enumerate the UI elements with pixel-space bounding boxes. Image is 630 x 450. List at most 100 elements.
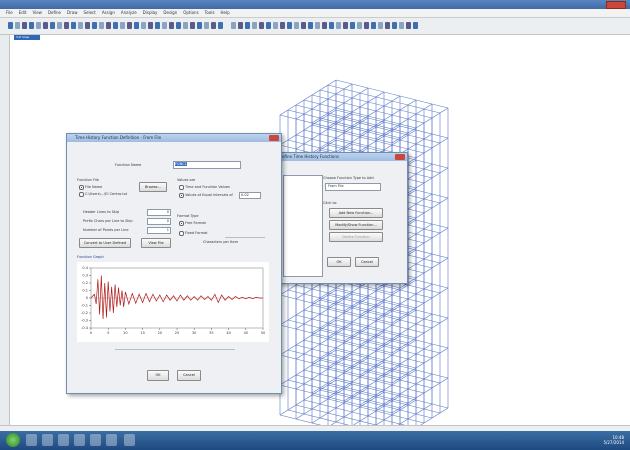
toolbar-tool-icon[interactable]: [357, 22, 362, 29]
menu-item[interactable]: Tools: [205, 9, 215, 17]
taskbar-app-icon[interactable]: [42, 434, 53, 446]
toolbar-tool-icon[interactable]: [57, 22, 62, 29]
toolbar-tool-icon[interactable]: [204, 22, 209, 29]
taskbar-app-icon[interactable]: [74, 434, 85, 446]
toolbar-tool-icon[interactable]: [8, 22, 13, 29]
toolbar-tool-icon[interactable]: [245, 22, 250, 29]
toolbar-tool-icon[interactable]: [106, 22, 111, 29]
toolbar-tool-icon[interactable]: [287, 22, 292, 29]
toolbar-tool-icon[interactable]: [148, 22, 153, 29]
toolbar-tool-icon[interactable]: [22, 22, 27, 29]
cancel-button[interactable]: Cancel: [355, 257, 379, 267]
toolbar-tool-icon[interactable]: [378, 22, 383, 29]
toolbar-tool-icon[interactable]: [50, 22, 55, 29]
toolbar-tool-icon[interactable]: [134, 22, 139, 29]
ok-button[interactable]: OK: [327, 257, 351, 267]
toolbar-tool-icon[interactable]: [280, 22, 285, 29]
toolbar-tool-icon[interactable]: [308, 22, 313, 29]
toolbar-tool-icon[interactable]: [64, 22, 69, 29]
toolbar-tool-icon[interactable]: [238, 22, 243, 29]
taskbar-app-icon[interactable]: [58, 434, 69, 446]
toolbar-tool-icon[interactable]: [85, 22, 90, 29]
view-tab[interactable]: 3-D View: [14, 35, 40, 40]
toolbar-tool-icon[interactable]: [259, 22, 264, 29]
toolbar-tool-icon[interactable]: [392, 22, 397, 29]
toolbar-tool-icon[interactable]: [197, 22, 202, 29]
menu-item[interactable]: Draw: [67, 9, 77, 17]
free-format-radio[interactable]: [179, 221, 184, 226]
toolbar-tool-icon[interactable]: [322, 22, 327, 29]
menu-item[interactable]: Design: [163, 9, 177, 17]
fixed-format-radio[interactable]: [179, 231, 184, 236]
toolbar-tool-icon[interactable]: [113, 22, 118, 29]
toolbar-tool-icon[interactable]: [141, 22, 146, 29]
points-per-line-input[interactable]: 1: [147, 227, 171, 234]
menu-item[interactable]: Help: [221, 9, 230, 17]
menu-item[interactable]: File: [6, 9, 13, 17]
toolbar-tool-icon[interactable]: [413, 22, 418, 29]
browse-radio[interactable]: [79, 185, 84, 190]
toolbar-tool-icon[interactable]: [169, 22, 174, 29]
toolbar-tool-icon[interactable]: [127, 22, 132, 29]
toolbar-tool-icon[interactable]: [29, 22, 34, 29]
add-function-button[interactable]: Add New Function...: [329, 208, 383, 218]
toolbar-tool-icon[interactable]: [301, 22, 306, 29]
prefix-chars-input[interactable]: 0: [147, 218, 171, 225]
close-icon[interactable]: [269, 135, 279, 141]
interval-input[interactable]: 0.02: [239, 192, 261, 199]
toolbar-tool-icon[interactable]: [99, 22, 104, 29]
convert-to-user-defined-button[interactable]: Convert to User Defined: [79, 238, 131, 248]
toolbar-tool-icon[interactable]: [120, 22, 125, 29]
close-window-button[interactable]: [606, 1, 626, 9]
menu-item[interactable]: Edit: [19, 9, 27, 17]
toolbar-tool-icon[interactable]: [266, 22, 271, 29]
taskbar-app-icon[interactable]: [90, 434, 101, 446]
time-and-values-radio[interactable]: [179, 185, 184, 190]
functions-list[interactable]: [283, 175, 323, 277]
toolbar-tool-icon[interactable]: [273, 22, 278, 29]
toolbar-tool-icon[interactable]: [190, 22, 195, 29]
toolbar-tool-icon[interactable]: [252, 22, 257, 29]
toolbar-tool-icon[interactable]: [43, 22, 48, 29]
function-name-input[interactable]: FUNC1: [173, 161, 241, 169]
toolbar-tool-icon[interactable]: [211, 22, 216, 29]
taskbar-app-icon[interactable]: [124, 434, 135, 446]
toolbar-tool-icon[interactable]: [364, 22, 369, 29]
file-path-radio[interactable]: [79, 192, 84, 197]
menu-item[interactable]: Analyze: [121, 9, 137, 17]
menu-item[interactable]: Assign: [102, 9, 115, 17]
toolbar-tool-icon[interactable]: [329, 22, 334, 29]
menu-item[interactable]: Select: [83, 9, 95, 17]
tray-clock[interactable]: 10:48 5/27/2014: [603, 435, 624, 445]
toolbar-tool-icon[interactable]: [183, 22, 188, 29]
toolbar-tool-icon[interactable]: [399, 22, 404, 29]
toolbar-tool-icon[interactable]: [385, 22, 390, 29]
toolbar-tool-icon[interactable]: [176, 22, 181, 29]
close-icon[interactable]: [395, 154, 405, 160]
toolbar-tool-icon[interactable]: [406, 22, 411, 29]
toolbar-tool-icon[interactable]: [350, 22, 355, 29]
header-lines-input[interactable]: 0: [147, 209, 171, 216]
taskbar-app-icon[interactable]: [106, 434, 117, 446]
toolbar-tool-icon[interactable]: [162, 22, 167, 29]
browse-button[interactable]: Browse...: [139, 182, 167, 192]
toolbar-tool-icon[interactable]: [315, 22, 320, 29]
toolbar-tool-icon[interactable]: [155, 22, 160, 29]
toolbar-tool-icon[interactable]: [371, 22, 376, 29]
menu-item[interactable]: Display: [143, 9, 158, 17]
function-type-select[interactable]: From File: [325, 183, 381, 191]
ok-button[interactable]: OK: [147, 370, 169, 381]
menu-item[interactable]: Define: [48, 9, 61, 17]
delete-function-button[interactable]: Delete Function: [329, 232, 383, 242]
view-file-button[interactable]: View File: [141, 238, 171, 248]
menu-item[interactable]: View: [32, 9, 42, 17]
toolbar-tool-icon[interactable]: [15, 22, 20, 29]
toolbar-tool-icon[interactable]: [78, 22, 83, 29]
menu-item[interactable]: Options: [183, 9, 198, 17]
toolbar-tool-icon[interactable]: [36, 22, 41, 29]
toolbar-tool-icon[interactable]: [218, 22, 223, 29]
toolbar-tool-icon[interactable]: [294, 22, 299, 29]
taskbar-app-icon[interactable]: [26, 434, 37, 446]
modify-function-button[interactable]: Modify/Show Function...: [329, 220, 383, 230]
start-button[interactable]: [6, 433, 20, 447]
